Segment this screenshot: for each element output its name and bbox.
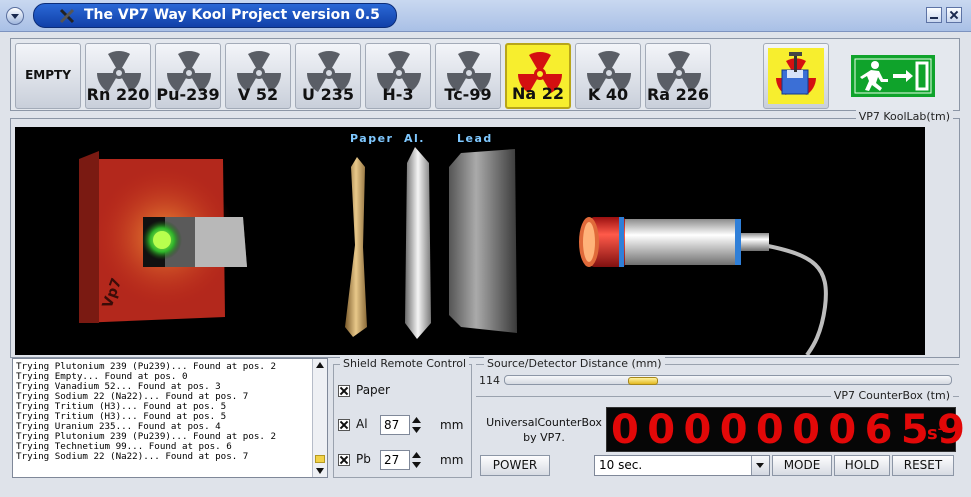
aluminium-shield [405,147,431,339]
exit-button[interactable] [851,55,935,97]
source-button-label: Pu-239 [156,85,220,104]
count-display: 0000000659 s-1 [606,407,965,453]
source-button-label: H-3 [382,85,414,104]
source-button-label: Ra 226 [646,85,710,104]
source-button-3[interactable]: V 52 [225,43,291,109]
al-thickness-input[interactable]: 87 [380,415,410,435]
source-button-2[interactable]: Pu-239 [155,43,221,109]
distance-slider-thumb[interactable] [628,377,658,385]
minimize-button[interactable] [926,7,942,23]
lead-shield-label: Lead [457,132,493,145]
window-menu-button[interactable] [6,7,24,25]
paper-shield-label: Paper [350,132,393,145]
reset-button[interactable]: RESET [892,455,954,476]
source-button-label: Rn 220 [86,85,150,104]
chevron-down-icon[interactable] [751,456,769,475]
lead-shield [449,149,517,333]
hold-button[interactable]: HOLD [834,455,890,476]
paper-checkbox[interactable] [338,385,350,397]
power-button[interactable]: POWER [480,455,550,476]
scroll-thumb[interactable] [315,455,325,463]
paper-checkbox-label: Paper [356,383,390,397]
close-button[interactable] [946,7,962,23]
source-button-label: EMPTY [25,68,71,82]
source-button-5[interactable]: H-3 [365,43,431,109]
window-title: The VP7 Way Kool Project version 0.5 [84,7,380,23]
distance-title: Source/Detector Distance (mm) [484,357,665,370]
title-pill: The VP7 Way Kool Project version 0.5 [33,3,397,28]
brand-line-1: UniversalCounterBox [486,416,602,429]
scroll-up-arrow-icon[interactable] [315,361,325,371]
time-select-value: 10 sec. [599,458,643,472]
al-spinner-arrows-icon[interactable] [410,415,423,435]
mode-button[interactable]: MODE [772,455,832,476]
radiation-disk-save-icon [768,48,824,104]
al-checkbox[interactable] [338,419,350,431]
source-button-label: K 40 [587,85,629,104]
save-button[interactable] [763,43,829,109]
distance-value: 114 [479,374,500,387]
log-panel[interactable]: Trying Plutonium 239 (Pu239)... Found at… [12,358,328,478]
pb-unit: mm [440,453,464,467]
source-toolbar: EMPTY Rn 220 Pu-239 V 52 U 235 H-3 Tc-99 Na 22 K… [10,38,960,111]
al-shield-label: Al. [404,132,425,145]
distance-slider[interactable] [504,375,952,385]
tools-icon [59,8,75,24]
title-bar: The VP7 Way Kool Project version 0.5 [0,0,971,32]
counterbox-panel: VP7 CounterBox (tm) UniversalCounterBox … [476,389,965,478]
counterbox-title: VP7 CounterBox (tm) [830,389,953,402]
al-checkbox-label: Al [356,417,368,431]
shield-panel-title: Shield Remote Control [340,357,470,370]
source-button-9[interactable]: Ra 226 [645,43,711,109]
shield-remote-panel: Shield Remote Control Paper Al 87 mm Pb … [333,357,472,478]
source-button-label: Tc-99 [444,85,492,104]
count-unit: s-1 [927,423,949,444]
pb-checkbox[interactable] [338,454,350,466]
source-container: Vp7 [79,151,247,323]
source-button-6[interactable]: Tc-99 [435,43,501,109]
pb-spinner-arrows-icon[interactable] [410,450,423,470]
paper-shield [345,157,367,337]
source-button-label: U 235 [302,85,354,104]
distance-panel: Source/Detector Distance (mm) 114 [476,357,959,390]
source-button-7[interactable]: Na 22 [505,43,571,109]
time-select[interactable]: 10 sec. [594,455,770,476]
source-button-0[interactable]: EMPTY [15,43,81,109]
source-button-label: V 52 [237,85,279,104]
source-button-8[interactable]: K 40 [575,43,641,109]
log-line: Trying Sodium 22 (Na22)... Found at pos.… [16,451,249,462]
source-button-4[interactable]: U 235 [295,43,361,109]
detector-probe [579,217,828,355]
koollab-title: VP7 KoolLab(tm) [855,110,953,123]
pb-thickness-input[interactable]: 27 [380,450,410,470]
counterbox-brand: UniversalCounterBox by VP7. [484,415,604,445]
count-digits: 0000000659 [611,407,971,453]
al-unit: mm [440,418,464,432]
koollab-panel: VP7 KoolLab(tm) Vp7 Paper Al. Lead [10,110,960,358]
log-scrollbar[interactable] [312,359,327,477]
scroll-down-arrow-icon[interactable] [315,465,325,475]
source-button-label: Na 22 [511,84,565,103]
source-button-1[interactable]: Rn 220 [85,43,151,109]
log-text: Trying Plutonium 239 (Pu239)... Found at… [16,362,307,462]
pb-checkbox-label: Pb [356,452,371,466]
lab-scene: Vp7 Paper Al. Lead [15,127,925,355]
brand-line-2: by VP7. [523,431,565,444]
